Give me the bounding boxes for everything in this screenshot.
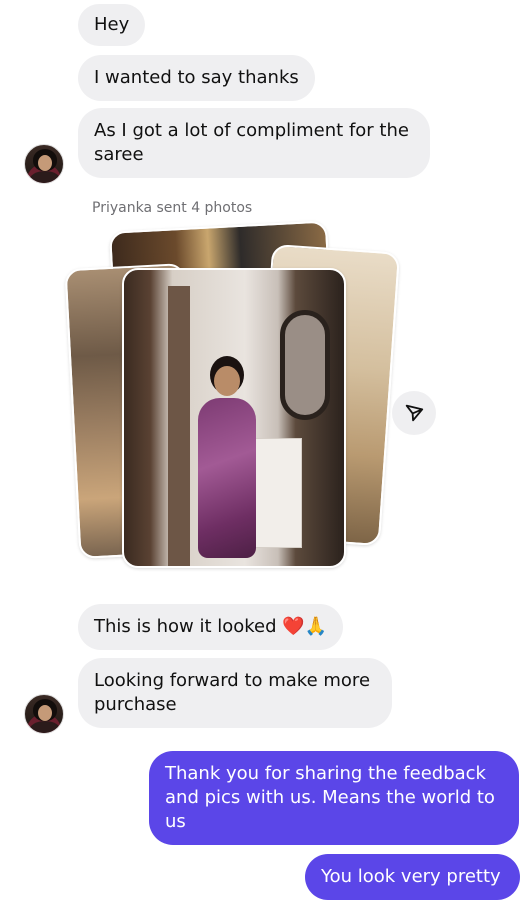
message-bubble-hey[interactable]: Hey bbox=[78, 4, 146, 46]
message-bubble-thanks[interactable]: I wanted to say thanks bbox=[78, 55, 315, 101]
photo-person-saree bbox=[198, 398, 256, 558]
avatar-body bbox=[29, 721, 61, 733]
photo-door bbox=[168, 286, 190, 566]
avatar-face bbox=[38, 705, 52, 721]
avatar-face bbox=[38, 155, 52, 171]
message-bubble-more-purchase[interactable]: Looking forward to make more purchase bbox=[78, 658, 392, 728]
photo-mirror bbox=[280, 310, 330, 420]
message-bubble-how-it-looked[interactable]: This is how it looked ❤️🙏 bbox=[78, 604, 344, 650]
photos-sent-label: Priyanka sent 4 photos bbox=[92, 200, 253, 216]
avatar-body bbox=[29, 171, 61, 183]
sender-avatar-2[interactable] bbox=[24, 694, 64, 734]
photo-thumbnail-main[interactable] bbox=[122, 268, 346, 568]
reply-bubble-look-pretty[interactable]: You look very pretty bbox=[305, 854, 520, 900]
share-photo-button[interactable] bbox=[392, 391, 436, 435]
send-icon bbox=[405, 404, 424, 422]
photo-cabinet bbox=[250, 438, 302, 548]
reply-bubble-thank-you[interactable]: Thank you for sharing the feedback and p… bbox=[149, 751, 519, 845]
message-bubble-compliment[interactable]: As I got a lot of compliment for the sar… bbox=[78, 108, 430, 178]
sender-avatar[interactable] bbox=[24, 144, 64, 184]
photo-person-head bbox=[214, 366, 240, 396]
